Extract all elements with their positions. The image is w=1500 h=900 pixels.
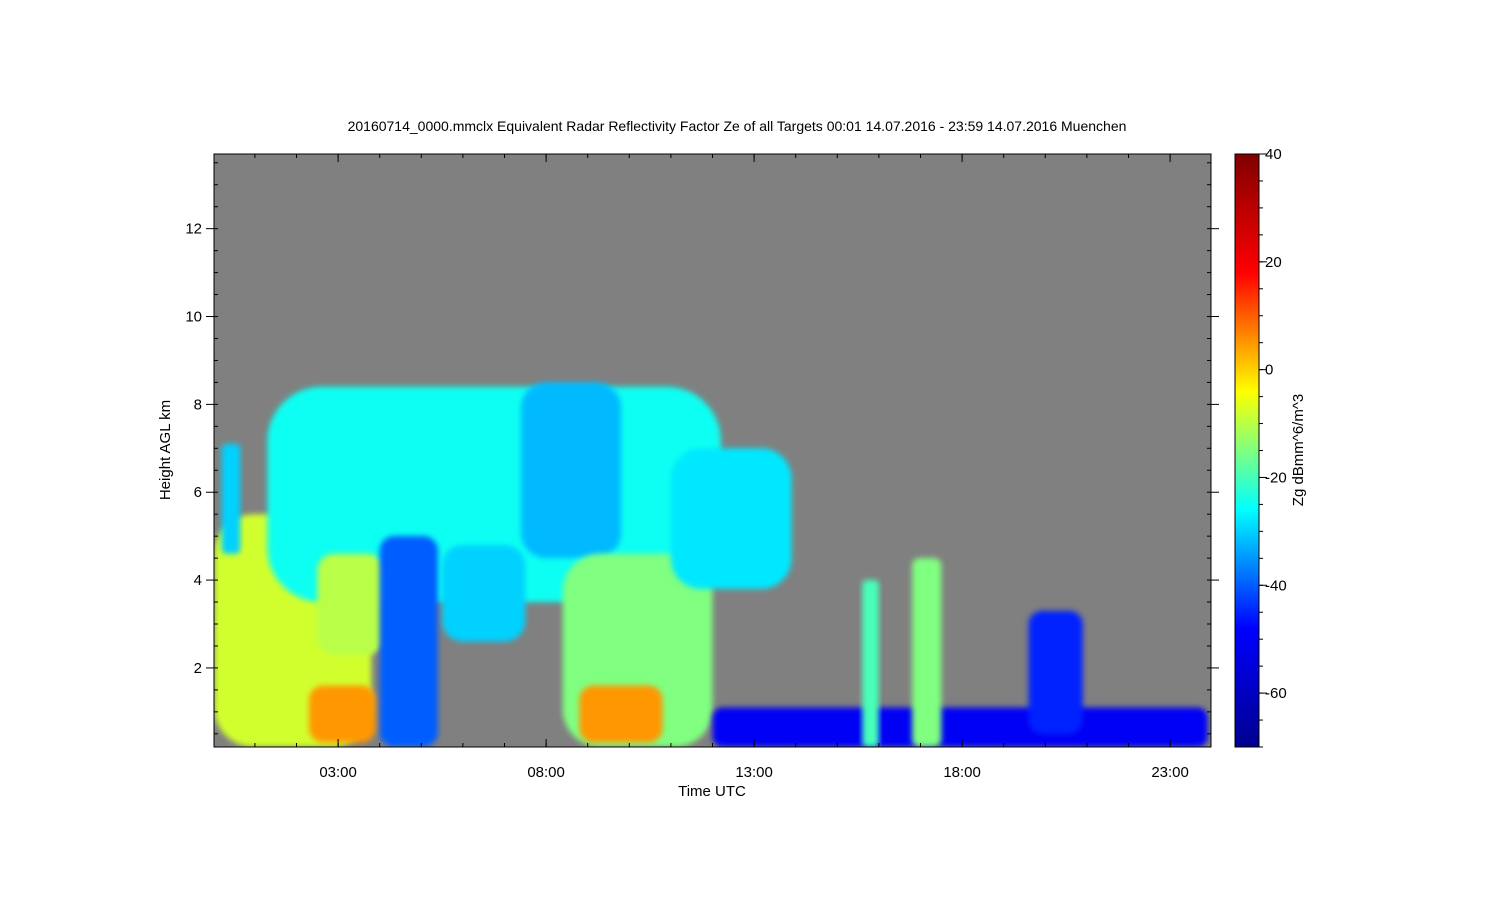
y-tick-label: 10	[185, 309, 202, 326]
y-tick-label: 2	[194, 660, 202, 677]
echo-feature	[1028, 610, 1083, 734]
echo-feature	[521, 382, 621, 559]
echo-feature	[221, 443, 241, 554]
echo-feature	[308, 685, 376, 743]
x-tick-label: 03:00	[319, 764, 357, 781]
x-axis-label: Time UTC	[678, 783, 746, 800]
x-tick-label: 23:00	[1151, 764, 1189, 781]
chart-title: 20160714_0000.mmclx Equivalent Radar Ref…	[348, 118, 1127, 134]
echo-feature	[317, 553, 384, 655]
y-tick-label: 8	[194, 396, 202, 413]
echo-feature	[862, 580, 879, 747]
colorbar-tick-label: -40	[1265, 577, 1287, 594]
y-axis-label: Height AGL km	[157, 400, 174, 500]
colorbar-axis: 40 20 0 -20 -40 -60	[1259, 146, 1287, 748]
colorbar-tick-label: -20	[1265, 469, 1287, 486]
echo-feature	[712, 707, 1208, 747]
y-tick-label: 12	[185, 221, 202, 238]
colorbar-tick-label: 20	[1265, 254, 1282, 271]
radar-reflectivity-figure: 20160714_0000.mmclx Equivalent Radar Ref…	[157, 118, 1307, 800]
colorbar	[1234, 153, 1260, 748]
echo-feature	[912, 558, 942, 747]
x-tick-label: 18:00	[943, 764, 981, 781]
echo-feature	[379, 536, 438, 747]
x-tick-label: 08:00	[527, 764, 565, 781]
echo-feature	[670, 448, 792, 589]
colorbar-tick-label: 40	[1265, 146, 1282, 163]
echo-feature	[442, 544, 526, 642]
colorbar-label: Zg dBmm^6/m^3	[1290, 394, 1307, 506]
colorbar-tick-label: 0	[1265, 362, 1273, 379]
colorbar-tick-label: -60	[1265, 685, 1287, 702]
y-tick-label: 4	[194, 572, 202, 589]
y-tick-label: 6	[194, 484, 202, 501]
x-tick-label: 13:00	[735, 764, 773, 781]
echo-feature	[579, 685, 663, 743]
